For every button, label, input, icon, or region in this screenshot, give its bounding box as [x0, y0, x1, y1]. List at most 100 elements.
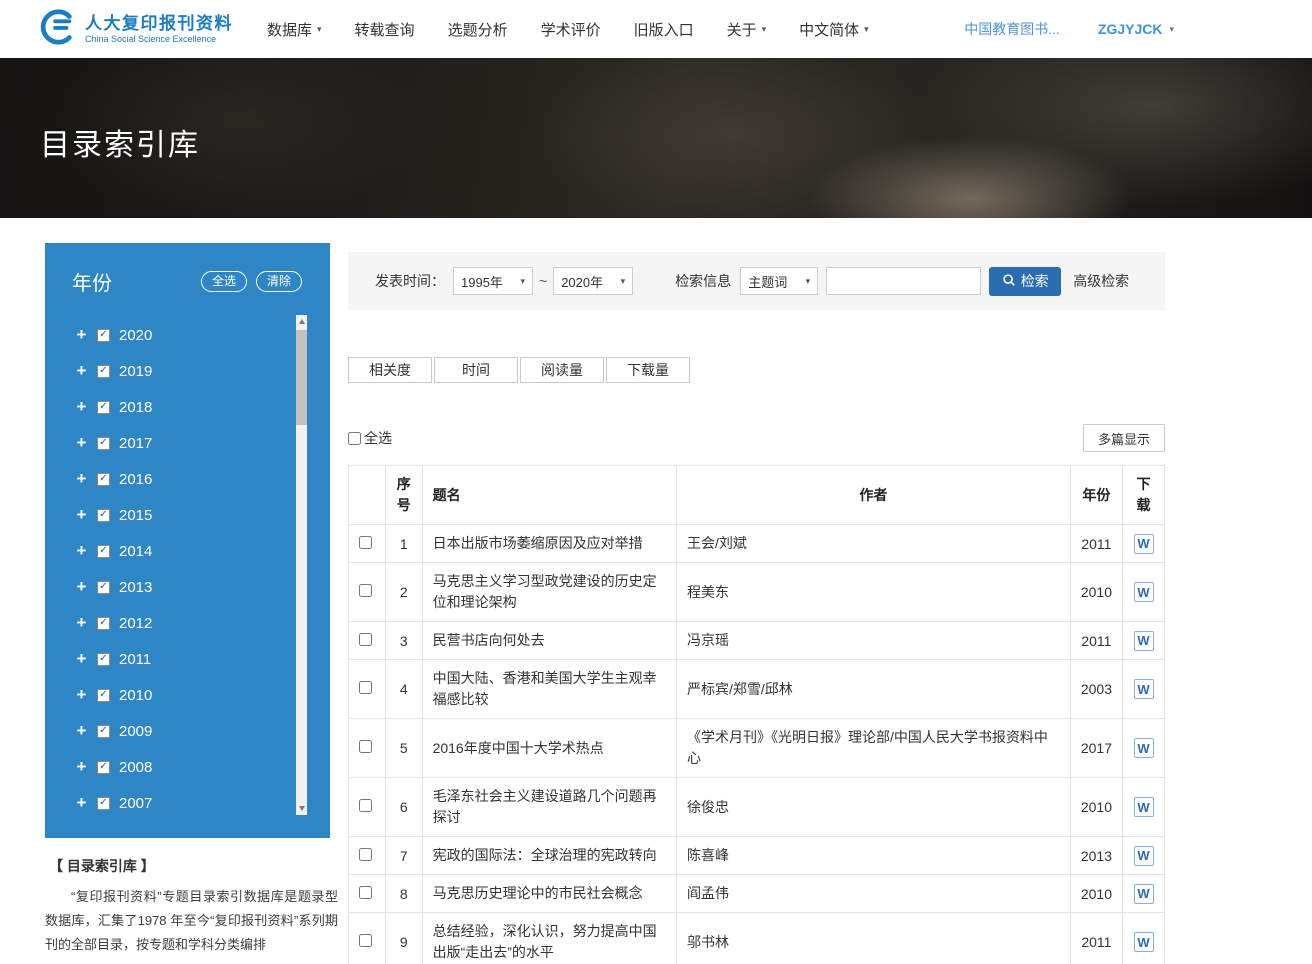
search-button[interactable]: 检索 — [989, 267, 1061, 296]
sort-relevance-button[interactable]: 相关度 — [348, 357, 432, 383]
year-filter-item[interactable]: + ✓ 2008 — [75, 749, 292, 785]
year-filter-item[interactable]: + ✓ 2010 — [75, 677, 292, 713]
nav-item-old-version[interactable]: 旧版入口 — [634, 19, 694, 40]
year-checkbox[interactable]: ✓ — [97, 545, 110, 558]
nav-item-database[interactable]: 数据库 ▾ — [267, 19, 322, 40]
expand-plus-icon[interactable]: + — [75, 469, 88, 489]
scroll-down-icon[interactable] — [296, 802, 307, 815]
expand-plus-icon[interactable]: + — [75, 613, 88, 633]
expand-plus-icon[interactable]: + — [75, 685, 88, 705]
select-all-checkbox[interactable] — [348, 432, 361, 445]
brand-logo[interactable]: 人大复印报刊资料 China Social Science Excellence — [38, 8, 233, 51]
expand-plus-icon[interactable]: + — [75, 541, 88, 561]
word-download-icon[interactable]: W — [1134, 738, 1154, 758]
year-filter-item[interactable]: + ✓ 2014 — [75, 533, 292, 569]
expand-plus-icon[interactable]: + — [75, 433, 88, 453]
year-checkbox[interactable]: ✓ — [97, 797, 110, 810]
row-checkbox[interactable] — [359, 934, 372, 947]
row-checkbox[interactable] — [359, 536, 372, 549]
row-checkbox[interactable] — [359, 799, 372, 812]
word-download-icon[interactable]: W — [1134, 932, 1154, 952]
row-title[interactable]: 马克思主义学习型政党建设的历史定位和理论架构 — [422, 563, 676, 622]
row-title[interactable]: 毛泽东社会主义建设道路几个问题再探讨 — [422, 778, 676, 837]
row-checkbox[interactable] — [359, 848, 372, 861]
year-list-scrollbar[interactable] — [296, 315, 307, 815]
year-filter-item[interactable]: + ✓ 2011 — [75, 641, 292, 677]
expand-plus-icon[interactable]: + — [75, 721, 88, 741]
chevron-down-icon: ▾ — [621, 277, 626, 286]
word-download-icon[interactable]: W — [1134, 846, 1154, 866]
year-filter-item[interactable]: + ✓ 2016 — [75, 461, 292, 497]
org-link[interactable]: 中国教育图书... — [964, 19, 1060, 39]
year-checkbox[interactable]: ✓ — [97, 761, 110, 774]
year-to-select[interactable]: 2020年 ▾ — [553, 267, 633, 295]
year-checkbox[interactable]: ✓ — [97, 365, 110, 378]
year-checkbox[interactable]: ✓ — [97, 689, 110, 702]
account-menu[interactable]: ZGJYJCK ▾ — [1098, 21, 1174, 37]
scrollbar-thumb[interactable] — [296, 330, 307, 425]
select-all-results[interactable]: 全选 — [348, 428, 392, 448]
expand-plus-icon[interactable]: + — [75, 757, 88, 777]
year-filter-item[interactable]: + ✓ 2018 — [75, 389, 292, 425]
year-filter-item[interactable]: + ✓ 2017 — [75, 425, 292, 461]
year-checkbox[interactable]: ✓ — [97, 617, 110, 630]
scroll-up-icon[interactable] — [296, 315, 307, 328]
row-title[interactable]: 马克思历史理论中的市民社会概念 — [422, 875, 676, 913]
row-title[interactable]: 中国大陆、香港和美国大学生主观幸福感比较 — [422, 660, 676, 719]
advanced-search-link[interactable]: 高级检索 — [1073, 271, 1129, 291]
year-checkbox[interactable]: ✓ — [97, 329, 110, 342]
year-filter-item[interactable]: + ✓ 2015 — [75, 497, 292, 533]
year-checkbox[interactable]: ✓ — [97, 401, 110, 414]
year-checkbox[interactable]: ✓ — [97, 509, 110, 522]
row-title[interactable]: 总结经验，深化认识，努力提高中国出版“走出去”的水平 — [422, 913, 676, 964]
expand-plus-icon[interactable]: + — [75, 793, 88, 813]
word-download-icon[interactable]: W — [1134, 679, 1154, 699]
word-download-icon[interactable]: W — [1134, 797, 1154, 817]
year-checkbox[interactable]: ✓ — [97, 473, 110, 486]
nav-item-language[interactable]: 中文简体 ▾ — [799, 19, 869, 40]
row-checkbox[interactable] — [359, 886, 372, 899]
nav-item-about[interactable]: 关于 ▾ — [727, 19, 767, 40]
word-download-icon[interactable]: W — [1134, 631, 1154, 651]
word-download-icon[interactable]: W — [1134, 534, 1154, 554]
year-filter-item[interactable]: + ✓ 2019 — [75, 353, 292, 389]
row-checkbox[interactable] — [359, 633, 372, 646]
year-filter-item[interactable]: + ✓ 2012 — [75, 605, 292, 641]
search-field-select[interactable]: 主题词 ▾ — [740, 267, 818, 295]
expand-plus-icon[interactable]: + — [75, 361, 88, 381]
year-filter-item[interactable]: + ✓ 2020 — [75, 317, 292, 353]
year-checkbox[interactable]: ✓ — [97, 653, 110, 666]
expand-plus-icon[interactable]: + — [75, 325, 88, 345]
multi-display-button[interactable]: 多篇显示 — [1083, 424, 1165, 452]
year-from-select[interactable]: 1995年 ▾ — [453, 267, 533, 295]
year-checkbox[interactable]: ✓ — [97, 581, 110, 594]
sort-downloads-button[interactable]: 下载量 — [606, 357, 690, 383]
year-filter-item[interactable]: + ✓ 2013 — [75, 569, 292, 605]
sort-reads-button[interactable]: 阅读量 — [520, 357, 604, 383]
row-checkbox[interactable] — [359, 681, 372, 694]
year-checkbox[interactable]: ✓ — [97, 437, 110, 450]
row-checkbox[interactable] — [359, 740, 372, 753]
year-filter-item[interactable]: + ✓ 2007 — [75, 785, 292, 816]
nav-item-academic-evaluation[interactable]: 学术评价 — [541, 19, 601, 40]
expand-plus-icon[interactable]: + — [75, 649, 88, 669]
nav-item-reprint-query[interactable]: 转载查询 — [355, 19, 415, 40]
nav-item-topic-analysis[interactable]: 选题分析 — [448, 19, 508, 40]
row-checkbox[interactable] — [359, 584, 372, 597]
year-checkbox[interactable]: ✓ — [97, 725, 110, 738]
row-title[interactable]: 民营书店向何处去 — [422, 622, 676, 660]
row-title[interactable]: 2016年度中国十大学术热点 — [422, 719, 676, 778]
expand-plus-icon[interactable]: + — [75, 577, 88, 597]
sort-time-button[interactable]: 时间 — [434, 357, 518, 383]
expand-plus-icon[interactable]: + — [75, 397, 88, 417]
scrollbar-track[interactable] — [296, 328, 307, 802]
search-input[interactable] — [826, 267, 981, 295]
clear-years-button[interactable]: 清除 — [256, 271, 302, 292]
year-filter-item[interactable]: + ✓ 2009 — [75, 713, 292, 749]
row-title[interactable]: 日本出版市场萎缩原因及应对举措 — [422, 525, 676, 563]
expand-plus-icon[interactable]: + — [75, 505, 88, 525]
word-download-icon[interactable]: W — [1134, 884, 1154, 904]
row-title[interactable]: 宪政的国际法：全球治理的宪政转向 — [422, 837, 676, 875]
select-all-years-button[interactable]: 全选 — [201, 271, 247, 292]
word-download-icon[interactable]: W — [1134, 582, 1154, 602]
